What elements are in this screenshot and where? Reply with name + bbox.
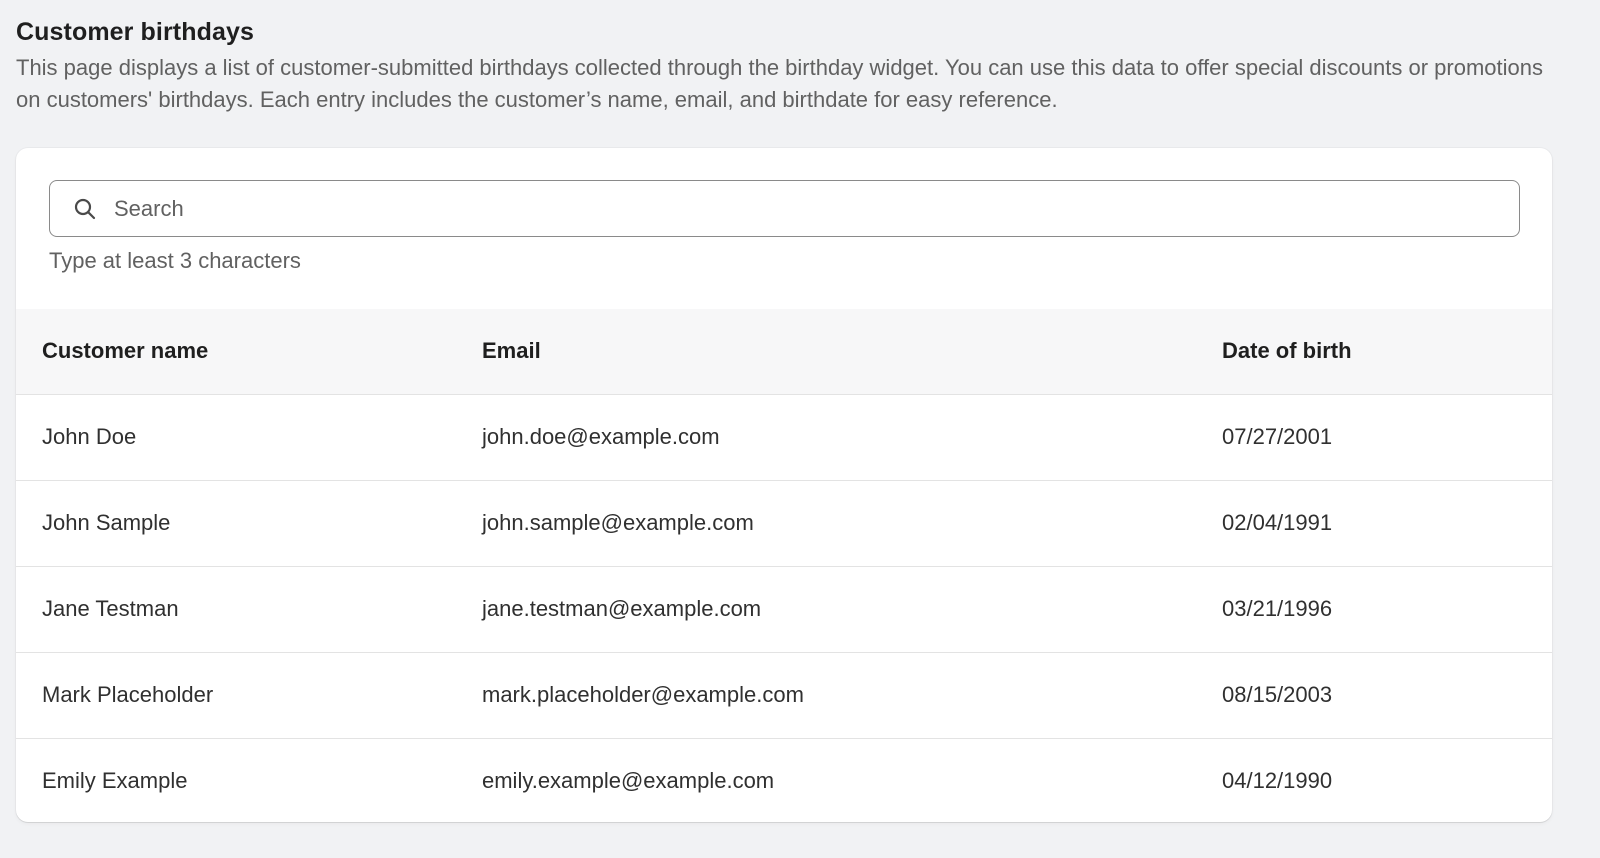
email-cell: emily.example@example.com <box>482 768 775 793</box>
date-of-birth-cell: 03/21/1996 <box>1222 566 1552 653</box>
date-of-birth-cell: 07/27/2001 <box>1222 394 1552 481</box>
email-cell: jane.testman@example.com <box>482 566 1222 653</box>
table-header-row: Customer name Email Date of birth <box>16 309 1552 395</box>
email-cell: mark.placeholder@example.com <box>482 652 1222 739</box>
customer-name-cell: John Doe <box>16 394 482 481</box>
table-row: John Doe john.doe@example.com 07/27/2001 <box>16 394 1552 481</box>
table-row: John Sample john.sample@example.com 02/0… <box>16 480 1552 567</box>
column-header-date-of-birth: Date of birth <box>1222 309 1552 395</box>
email-cell: john.sample@example.com <box>482 480 1222 567</box>
column-header-email: Email <box>482 309 1222 395</box>
column-header-customer-name: Customer name <box>16 309 482 395</box>
search-helper-text: Type at least 3 characters <box>49 248 301 273</box>
birthdays-table: Customer name Email Date of birth John D… <box>16 309 1552 822</box>
date-of-birth-cell: 04/12/1990 <box>1222 768 1333 793</box>
customer-name-cell: Emily Example <box>42 768 188 793</box>
search-input[interactable] <box>114 188 1519 229</box>
search-icon <box>72 196 98 222</box>
customer-name-cell: Mark Placeholder <box>16 652 482 739</box>
search-field[interactable] <box>49 180 1520 237</box>
email-cell: john.doe@example.com <box>482 394 1222 481</box>
date-of-birth-cell: 02/04/1991 <box>1222 480 1552 567</box>
date-of-birth-cell: 08/15/2003 <box>1222 652 1552 739</box>
page-description: This page displays a list of customer-su… <box>16 55 1543 112</box>
table-row: Emily Example emily.example@example.com … <box>16 738 1552 822</box>
customer-name-cell: Jane Testman <box>16 566 482 653</box>
table-row: Jane Testman jane.testman@example.com 03… <box>16 566 1552 653</box>
table-row: Mark Placeholder mark.placeholder@exampl… <box>16 652 1552 739</box>
birthdays-card: Type at least 3 characters Customer name… <box>16 148 1552 822</box>
customer-name-cell: John Sample <box>16 480 482 567</box>
page: Customer birthdays This page displays a … <box>0 0 1600 858</box>
page-title: Customer birthdays <box>16 18 254 46</box>
